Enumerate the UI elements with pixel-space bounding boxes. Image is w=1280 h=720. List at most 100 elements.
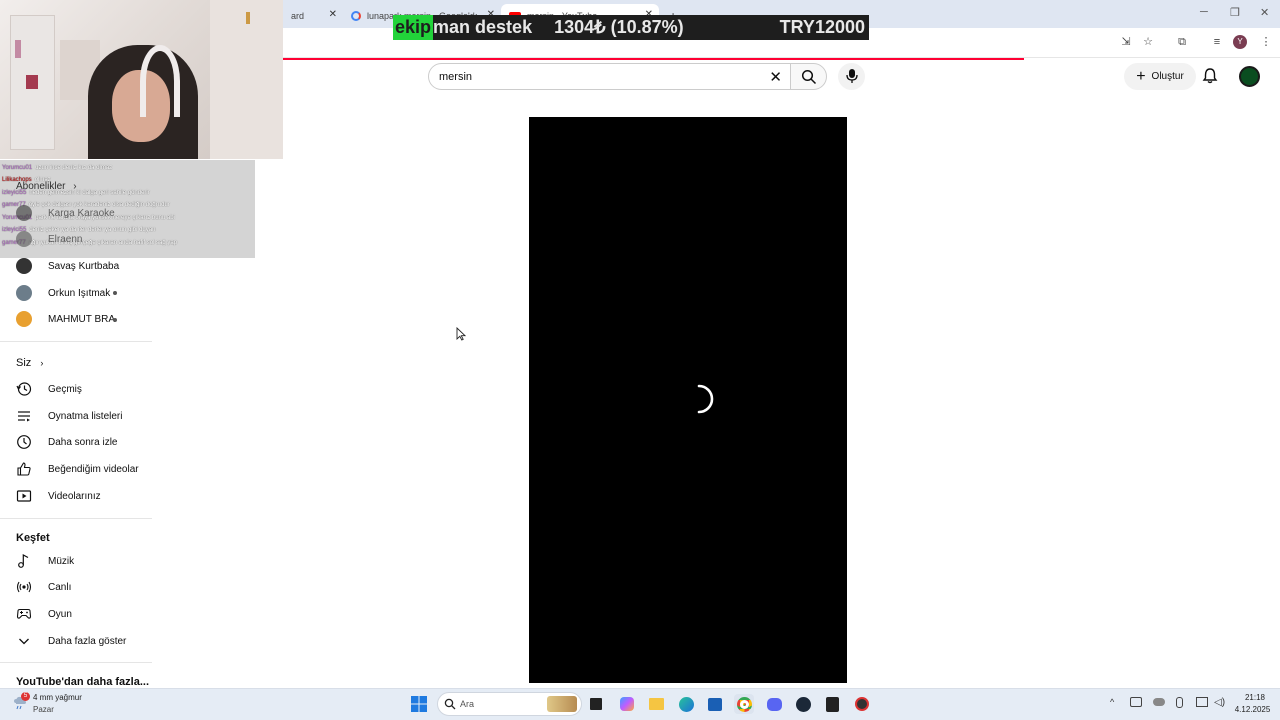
video-icon: [16, 488, 32, 504]
clock-date[interactable]: 4.12.2025: [1230, 705, 1275, 714]
thumbs-up-icon: [16, 461, 32, 477]
discord-icon[interactable]: [764, 694, 784, 714]
clear-search-icon[interactable]: ✕: [769, 68, 782, 86]
search-highlight-image: [547, 696, 577, 712]
shelf-item: [26, 75, 38, 89]
steam-icon[interactable]: [793, 694, 813, 714]
show-more-label: Daha fazla göster: [48, 635, 127, 647]
mouse-cursor-icon: [456, 327, 466, 341]
chevron-right-icon: ›: [40, 358, 44, 368]
clock-icon: [16, 434, 32, 450]
sidebar-item-history[interactable]: Geçmiş: [16, 379, 82, 399]
plus-icon: +: [1136, 67, 1146, 85]
media-control-icon[interactable]: ≡: [1209, 34, 1225, 50]
sidebar-item-label: Daha sonra izle: [48, 436, 118, 448]
search-icon: [801, 69, 817, 85]
you-heading-label: Siz: [16, 357, 32, 369]
sidebar-channel[interactable]: MAHMUT BRA: [16, 309, 115, 329]
tab-title: ard: [291, 11, 305, 21]
gamepad-icon: [16, 606, 32, 622]
task-view-icon[interactable]: [586, 694, 606, 714]
channel-avatar: [16, 205, 32, 221]
sidebar-item-playlists[interactable]: Oynatma listeleri: [16, 406, 122, 426]
store-icon[interactable]: [705, 694, 725, 714]
extensions-icon[interactable]: ⧉: [1174, 34, 1190, 50]
sidebar-divider: [0, 662, 152, 663]
show-more-button[interactable]: Daha fazla göster: [16, 631, 126, 651]
tray-overflow-icon[interactable]: ^: [1110, 697, 1114, 707]
account-avatar[interactable]: [1239, 66, 1260, 87]
search-button[interactable]: [790, 63, 827, 90]
sidebar-channel[interactable]: Savaş Kurtbaba: [16, 256, 119, 276]
playlist-icon: [16, 408, 32, 424]
chrome-icon[interactable]: [734, 694, 754, 714]
notifications-bell-icon[interactable]: [1201, 67, 1219, 85]
sidebar-divider: [0, 518, 152, 519]
streamer-webcam: [0, 0, 283, 159]
microphone-tray-icon[interactable]: [1176, 697, 1183, 708]
sidebar-item-label: Beğendiğim videolar: [48, 463, 139, 475]
volume-icon[interactable]: ◁): [1214, 697, 1225, 708]
search-input[interactable]: mersin ✕: [428, 63, 791, 90]
sidebar-item-label: Videolarınız: [48, 490, 101, 502]
install-app-icon[interactable]: ⇲: [1118, 34, 1134, 50]
page-load-progress: [283, 58, 1024, 60]
profile-avatar-icon[interactable]: Y: [1233, 35, 1247, 49]
banner-progress-fill: ekip: [393, 15, 434, 40]
menu-kebab-icon[interactable]: ⋮: [1258, 34, 1274, 50]
weather-text: 4 mm yağmur: [33, 693, 82, 702]
subscriptions-heading[interactable]: Abonelikler ›: [16, 181, 77, 192]
create-button[interactable]: + Oluştur: [1124, 63, 1196, 90]
new-content-dot: [113, 318, 117, 322]
loading-spinner-icon: [697, 384, 714, 414]
sidebar-item-watch-later[interactable]: Daha sonra izle: [16, 432, 117, 452]
banner-goal: TRY12000: [779, 17, 865, 37]
donation-goal-banner: ekip man destek 1304₺ (10.87%) TRY12000: [393, 15, 869, 40]
epic-games-icon[interactable]: [822, 694, 842, 714]
file-explorer-icon[interactable]: [646, 694, 666, 714]
maximize-icon[interactable]: ❐: [1230, 6, 1240, 19]
taskbar-search[interactable]: Ara: [437, 692, 582, 716]
sidebar-item-liked-videos[interactable]: Beğendiğim videolar: [16, 459, 139, 479]
display-icon[interactable]: [1196, 697, 1208, 707]
minimize-icon[interactable]: ─: [1200, 6, 1208, 18]
channel-name: Karga Karaoke: [48, 207, 115, 219]
app-icon[interactable]: [852, 694, 872, 714]
voice-search-button[interactable]: [838, 63, 865, 90]
sidebar-item-label: Müzik: [48, 555, 75, 567]
search-input-value: mersin: [439, 71, 473, 83]
windows-start-icon[interactable]: [410, 695, 428, 713]
channel-avatar: [16, 231, 32, 247]
music-icon: [16, 553, 32, 569]
close-window-icon[interactable]: ✕: [1260, 6, 1269, 19]
close-tab-icon[interactable]: ✕: [329, 9, 337, 20]
tray-app-icon[interactable]: [1130, 697, 1142, 707]
video-player[interactable]: [529, 117, 847, 683]
sidebar-channel[interactable]: Elraenn: [16, 229, 82, 249]
edge-icon[interactable]: [676, 694, 696, 714]
sidebar-item-your-videos[interactable]: Videolarınız: [16, 486, 101, 506]
history-icon: [16, 381, 32, 397]
sidebar-item-label: Oyun: [48, 608, 72, 620]
sidebar-channel[interactable]: Orkun Işıtmak: [16, 283, 110, 303]
channel-avatar: [16, 311, 32, 327]
channel-avatar: [16, 285, 32, 301]
more-from-youtube-heading: YouTube'dan daha fazla...: [16, 676, 149, 688]
channel-name: Orkun Işıtmak: [48, 287, 111, 299]
copilot-icon[interactable]: [617, 694, 637, 714]
bookmark-star-icon[interactable]: ☆: [1140, 34, 1156, 50]
chat-user: Yorumcu01: [2, 165, 33, 171]
you-section-heading[interactable]: Siz ›: [16, 357, 43, 369]
explore-heading: Keşfet: [16, 532, 50, 544]
sidebar-item-live[interactable]: Canlı: [16, 577, 71, 597]
channel-name: MAHMUT BRA: [48, 313, 116, 325]
subscriptions-label: Abonelikler: [16, 181, 66, 192]
browser-tab[interactable]: ard ✕: [283, 4, 343, 28]
clock-time[interactable]: 21:18: [1235, 693, 1275, 702]
onedrive-icon[interactable]: [1153, 698, 1165, 706]
sidebar-item-music[interactable]: Müzik: [16, 551, 74, 571]
sidebar-channel[interactable]: Karga Karaoke: [16, 203, 115, 223]
sidebar-item-gaming[interactable]: Oyun: [16, 604, 72, 624]
channel-name: Savaş Kurtbaba: [48, 260, 120, 272]
chevron-down-icon: [16, 633, 32, 649]
